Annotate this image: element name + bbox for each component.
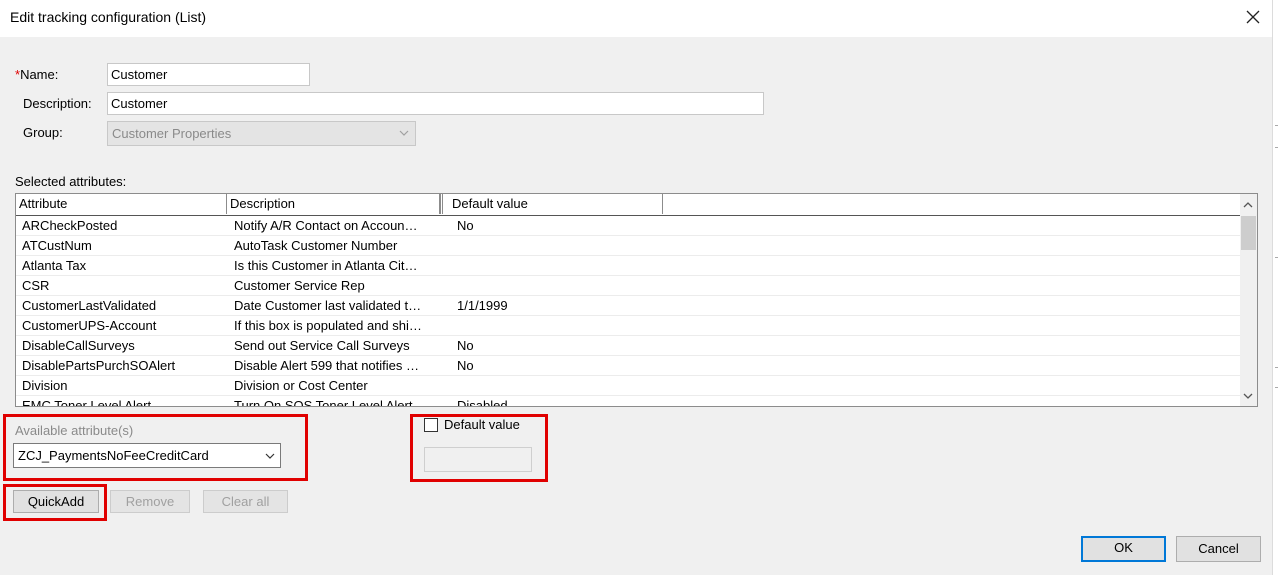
selected-attributes-label: Selected attributes: <box>15 174 127 189</box>
cell-description: Turn On SOS Toner Level Alert <box>234 398 413 407</box>
group-select: Customer Properties <box>107 121 416 146</box>
remove-button[interactable]: Remove <box>110 490 190 513</box>
column-resize-handle[interactable] <box>440 194 443 214</box>
cancel-button[interactable]: Cancel <box>1176 536 1261 562</box>
table-row[interactable]: EMC Toner Level Alert Turn On SOS Toner … <box>16 396 1240 407</box>
cell-description: Customer Service Rep <box>234 278 365 293</box>
cell-description: Is this Customer in Atlanta Cit… <box>234 258 418 273</box>
table-row[interactable]: Division Division or Cost Center <box>16 376 1240 396</box>
cell-description: If this box is populated and shi… <box>234 318 422 333</box>
cell-attribute: DisableCallSurveys <box>22 338 135 353</box>
cell-attribute: ATCustNum <box>22 238 92 253</box>
window-title: Edit tracking configuration (List) <box>10 9 207 25</box>
available-attribute-select[interactable]: ZCJ_PaymentsNoFeeCreditCard <box>13 443 281 468</box>
available-attributes-label: Available attribute(s) <box>15 423 134 438</box>
clear-all-button[interactable]: Clear all <box>203 490 288 513</box>
table-row[interactable]: CustomerLastValidated Date Customer last… <box>16 296 1240 316</box>
close-icon[interactable] <box>1244 8 1262 26</box>
quickadd-button[interactable]: QuickAdd <box>13 490 99 513</box>
cell-description: Date Customer last validated t… <box>234 298 422 313</box>
chevron-down-icon <box>265 453 275 459</box>
cell-attribute: Atlanta Tax <box>22 258 87 273</box>
cell-description: AutoTask Customer Number <box>234 238 398 253</box>
available-attribute-value: ZCJ_PaymentsNoFeeCreditCard <box>18 448 209 463</box>
cell-attribute: Division <box>22 378 68 393</box>
cell-default-value: Disabled <box>457 398 508 407</box>
table-row[interactable]: ARCheckPosted Notify A/R Contact on Acco… <box>16 216 1240 236</box>
scrollbar-thumb[interactable] <box>1241 216 1256 250</box>
grid-scrollbar[interactable] <box>1240 194 1257 406</box>
cell-attribute: DisablePartsPurchSOAlert <box>22 358 176 373</box>
ok-button[interactable]: OK <box>1081 536 1166 562</box>
table-row[interactable]: CSR Customer Service Rep <box>16 276 1240 296</box>
cell-attribute: ARCheckPosted <box>22 218 118 233</box>
cell-attribute: CSR <box>22 278 50 293</box>
default-value-label: Default value <box>444 417 520 432</box>
grid-header: Attribute Description Default value <box>16 194 1240 216</box>
cell-attribute: CustomerLastValidated <box>22 298 157 313</box>
window-edge <box>1272 0 1278 575</box>
cell-default-value: No <box>457 358 474 373</box>
cell-default-value: No <box>457 218 474 233</box>
chevron-down-icon <box>399 130 409 136</box>
column-header-default-value[interactable]: Default value <box>449 194 663 214</box>
name-field[interactable]: Customer <box>107 63 310 86</box>
cell-default-value: 1/1/1999 <box>457 298 508 313</box>
scroll-up-icon[interactable] <box>1243 201 1253 208</box>
column-header-attribute[interactable]: Attribute <box>16 194 227 214</box>
description-field[interactable]: Customer <box>107 92 764 115</box>
group-value: Customer Properties <box>112 126 232 141</box>
table-row[interactable]: DisableCallSurveys Send out Service Call… <box>16 336 1240 356</box>
cell-description: Disable Alert 599 that notifies … <box>234 358 419 373</box>
name-label: *Name: <box>15 67 59 82</box>
table-row[interactable]: ATCustNum AutoTask Customer Number <box>16 236 1240 256</box>
scroll-down-icon[interactable] <box>1243 393 1253 400</box>
table-row[interactable]: CustomerUPS-Account If this box is popul… <box>16 316 1240 336</box>
default-value-field[interactable] <box>424 447 532 472</box>
description-label: Description: <box>23 96 92 111</box>
cell-description: Division or Cost Center <box>234 378 368 393</box>
column-header-description[interactable]: Description <box>227 194 440 214</box>
cell-attribute: CustomerUPS-Account <box>22 318 157 333</box>
table-row[interactable]: Atlanta Tax Is this Customer in Atlanta … <box>16 256 1240 276</box>
cell-description: Send out Service Call Surveys <box>234 338 410 353</box>
group-label: Group: <box>23 125 63 140</box>
cell-attribute: EMC Toner Level Alert <box>22 398 152 407</box>
title-bar: Edit tracking configuration (List) <box>0 0 1272 36</box>
cell-default-value: No <box>457 338 474 353</box>
table-row[interactable]: DisablePartsPurchSOAlert Disable Alert 5… <box>16 356 1240 376</box>
cell-description: Notify A/R Contact on Accoun… <box>234 218 418 233</box>
default-value-checkbox[interactable] <box>424 418 438 432</box>
selected-attributes-grid: Attribute Description Default value ARCh… <box>15 193 1258 407</box>
